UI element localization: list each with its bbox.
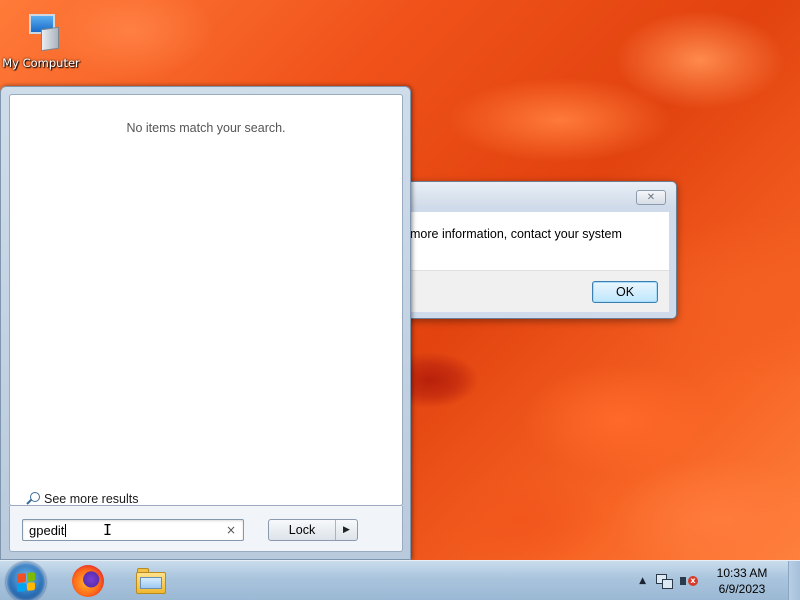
dialog-footer: OK xyxy=(400,270,669,312)
taskbar: ▲ x 10:33 AM 6/9/2023 xyxy=(0,560,800,600)
clear-search-icon[interactable]: × xyxy=(226,523,236,537)
folder-icon[interactable] xyxy=(135,565,167,597)
show-hidden-icons-icon[interactable]: ▲ xyxy=(639,576,646,586)
arrow-right-icon: ▶ xyxy=(343,525,350,535)
start-menu: No items match your search. See more res… xyxy=(0,86,411,560)
computer-icon xyxy=(21,10,61,54)
close-icon: ✕ xyxy=(646,192,656,203)
see-more-results-link[interactable]: See more results xyxy=(26,492,138,506)
search-icon xyxy=(26,492,40,506)
dialog-body: more information, contact your system xyxy=(400,212,669,270)
see-more-results-label: See more results xyxy=(44,492,139,506)
dialog-close-button[interactable]: ✕ xyxy=(636,190,666,205)
desktop-icon-my-computer[interactable]: My Computer xyxy=(2,10,80,70)
lock-button[interactable]: Lock xyxy=(269,520,335,540)
clock-time: 10:33 AM xyxy=(716,566,768,580)
clock-date: 6/9/2023 xyxy=(718,582,766,596)
text-cursor-icon: I xyxy=(103,521,113,539)
desktop-icon-label: My Computer xyxy=(2,56,80,70)
power-options-arrow-button[interactable]: ▶ xyxy=(335,520,357,540)
windows-logo-icon xyxy=(17,572,35,592)
network-icon[interactable] xyxy=(656,574,673,589)
system-tray: ▲ x 10:33 AM 6/9/2023 xyxy=(639,561,800,600)
search-input-value: gpedit xyxy=(29,523,65,538)
volume-muted-icon[interactable]: x xyxy=(680,574,698,588)
lock-button-group: Lock ▶ xyxy=(268,519,358,541)
show-desktop-button[interactable] xyxy=(788,561,800,600)
search-results-pane: No items match your search. See more res… xyxy=(9,94,403,506)
firefox-icon[interactable] xyxy=(72,565,104,597)
start-button[interactable] xyxy=(6,562,46,600)
ok-button[interactable]: OK xyxy=(592,281,658,303)
start-search-input[interactable]: gpedit I × xyxy=(22,519,244,541)
clock[interactable]: 10:33 AM 6/9/2023 xyxy=(710,565,774,597)
dialog-titlebar[interactable] xyxy=(393,182,676,206)
start-menu-bottom-bar: gpedit I × Lock ▶ xyxy=(9,506,403,552)
message-dialog: ✕ more information, contact your system … xyxy=(392,181,677,319)
no-results-message: No items match your search. xyxy=(126,121,286,135)
dialog-message: more information, contact your system xyxy=(410,227,622,241)
